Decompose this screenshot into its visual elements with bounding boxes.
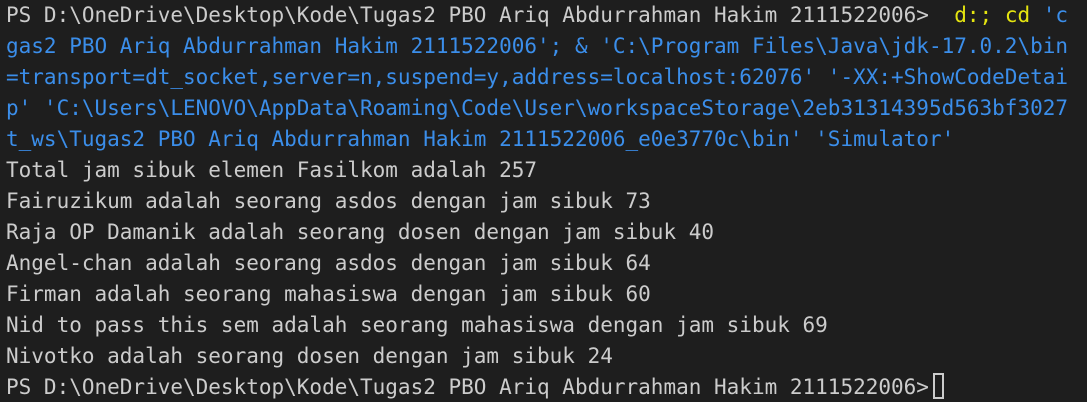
command-text: d:; cd [954,3,1031,27]
output-line-firman: Firman adalah seorang mahasiswa dengan j… [6,282,651,306]
output-line-total: Total jam sibuk elemen Fasilkom adalah 2… [6,158,538,182]
command-line: PS D:\OneDrive\Desktop\Kode\Tugas2 PBO A… [6,0,1087,31]
final-prompt-line[interactable]: PS D:\OneDrive\Desktop\Kode\Tugas2 PBO A… [6,372,1087,402]
final-prompt-text: PS D:\OneDrive\Desktop\Kode\Tugas2 PBO A… [6,375,929,399]
output-line-nid: Nid to pass this sem adalah seorang maha… [6,313,828,337]
wrapped-command-line-1: gas2 PBO Ariq Abdurrahman Hakim 21115220… [6,34,1069,58]
output-line-angel: Angel-chan adalah seorang asdos dengan j… [6,251,651,275]
wrapped-command-line-3: p' 'C:\Users\LENOVO\AppData\Roaming\Code… [6,96,1069,120]
output-line-raja: Raja OP Damanik adalah seorang dosen den… [6,220,715,244]
text-cursor[interactable] [932,373,944,399]
terminal-panel[interactable]: PS D:\OneDrive\Desktop\Kode\Tugas2 PBO A… [0,0,1087,402]
prompt-text: PS D:\OneDrive\Desktop\Kode\Tugas2 PBO A… [6,3,929,27]
wrapped-command-line-2: =transport=dt_socket,server=n,suspend=y,… [6,65,1069,89]
output-line-nivotko: Nivotko adalah seorang dosen dengan jam … [6,344,613,368]
wrapped-command-line-4: t_ws\Tugas2 PBO Ariq Abdurrahman Hakim 2… [6,127,955,151]
command-path-start: 'c [1042,3,1069,27]
output-line-fairuzikum: Fairuzikum adalah seorang asdos dengan j… [6,189,651,213]
